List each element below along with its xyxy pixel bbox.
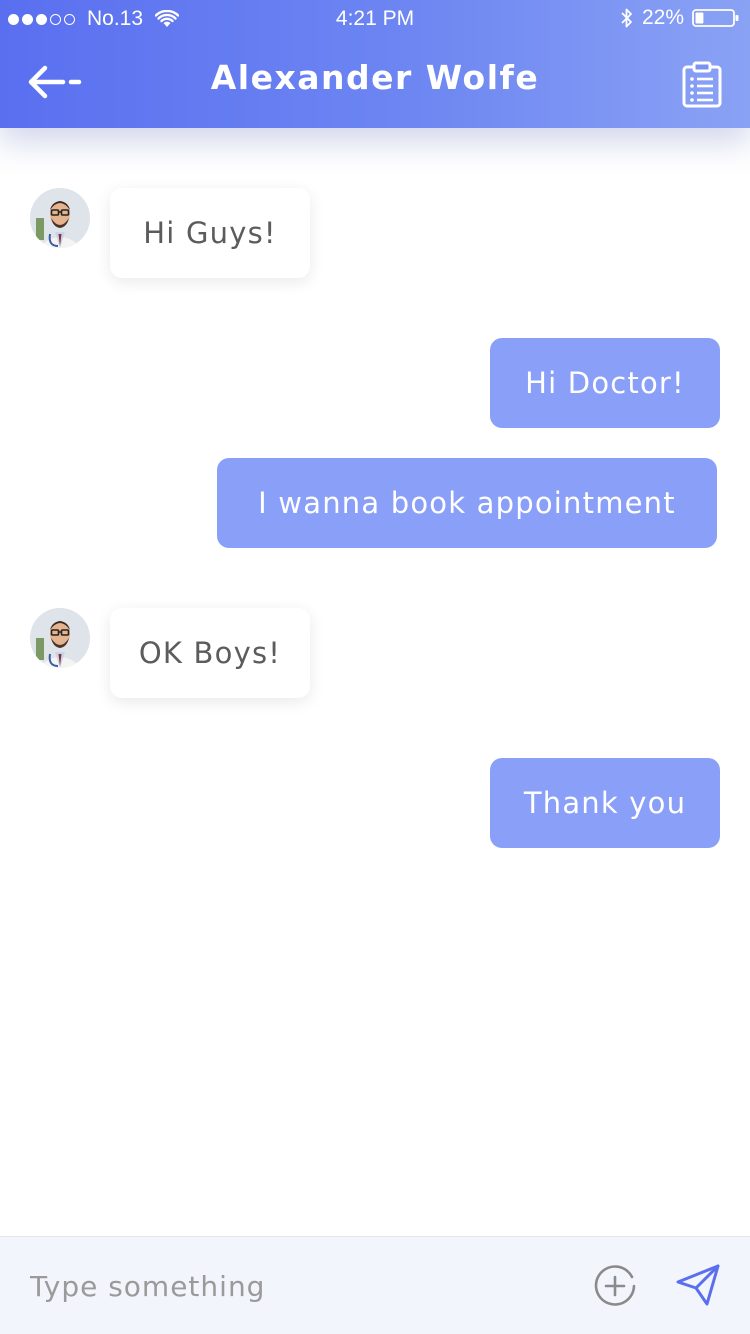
composer-bar: [0, 1236, 750, 1334]
doctor-avatar[interactable]: [30, 188, 90, 248]
page-title: Alexander Wolfe: [210, 58, 540, 97]
message-bubble[interactable]: OK Boys!: [110, 608, 310, 698]
add-circle-icon: [594, 1265, 636, 1306]
doctor-avatar-image: [30, 608, 90, 668]
doctor-avatar[interactable]: [30, 608, 90, 668]
clipboard-icon: [682, 61, 722, 108]
add-attachment-button[interactable]: [592, 1263, 638, 1309]
send-icon: [676, 1264, 720, 1306]
battery-fill: [695, 12, 704, 24]
clipboard-button[interactable]: [680, 60, 724, 108]
message-bubble[interactable]: Hi Doctor!: [490, 338, 720, 428]
message-bubble[interactable]: I wanna book appointment: [217, 458, 717, 548]
chat-thread[interactable]: Hi Guys! Hi Doctor! I wanna book appoint…: [0, 128, 750, 1236]
message-bubble[interactable]: Thank you: [490, 758, 720, 848]
header: No.13 4:21 PM 22% Alexander Wolfe: [0, 0, 750, 128]
send-button[interactable]: [674, 1262, 722, 1308]
message-input[interactable]: [30, 1261, 550, 1311]
status-right: 22%: [620, 6, 740, 30]
message-bubble[interactable]: Hi Guys!: [110, 188, 310, 278]
battery-percent: 22%: [641, 6, 684, 29]
battery-icon: [692, 9, 739, 27]
bluetooth-icon: [621, 8, 632, 28]
doctor-avatar-image: [30, 188, 90, 248]
status-bar: No.13 4:21 PM 22%: [0, 0, 750, 40]
